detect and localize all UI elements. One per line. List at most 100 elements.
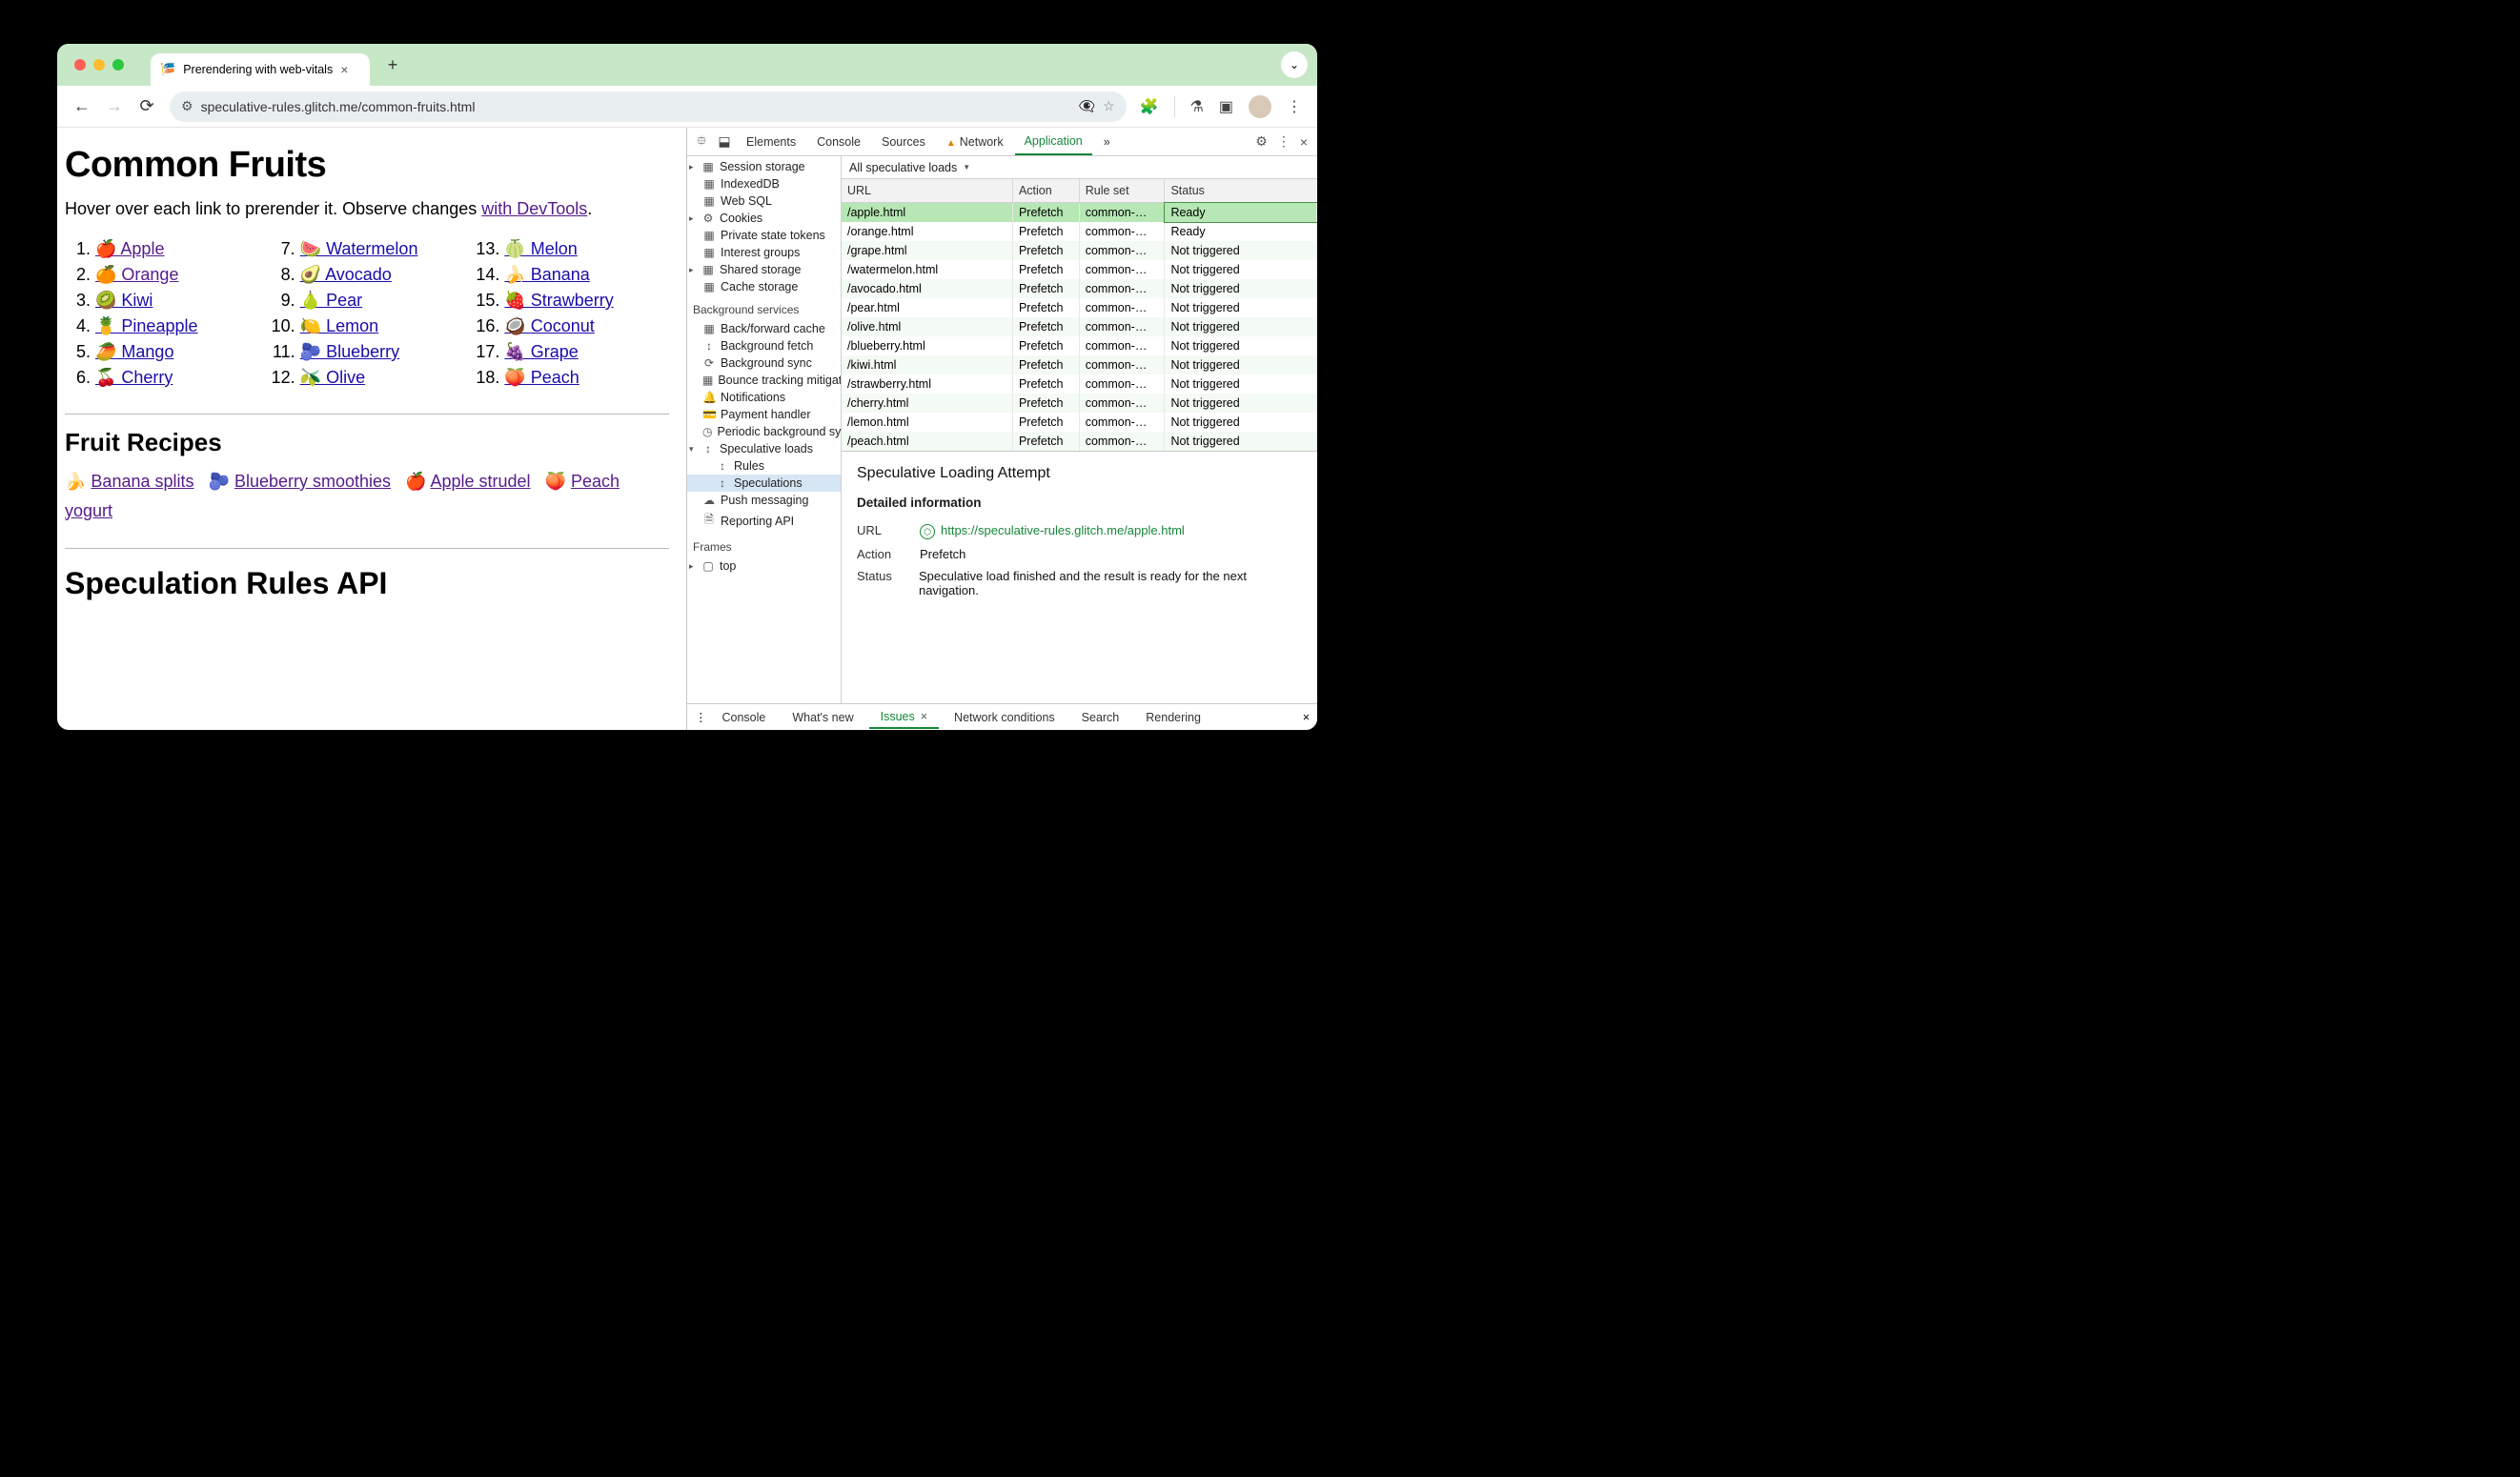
- fruit-link[interactable]: 🥑 Avocado: [300, 265, 392, 284]
- close-drawer-icon[interactable]: ×: [1303, 711, 1310, 724]
- drawer-tab[interactable]: Network conditions: [943, 707, 1067, 728]
- fruit-link[interactable]: 🍌 Banana: [504, 265, 589, 284]
- table-header[interactable]: Rule set: [1079, 179, 1165, 203]
- sidebar-item[interactable]: ◷Periodic background sync: [687, 423, 841, 440]
- intro-link[interactable]: with DevTools: [481, 199, 587, 218]
- minimize-window-button[interactable]: [93, 59, 105, 71]
- sidebar-item[interactable]: ▢top: [687, 557, 841, 575]
- drawer-tab[interactable]: Console: [711, 707, 778, 728]
- table-row[interactable]: /grape.htmlPrefetchcommon-…Not triggered: [842, 241, 1317, 260]
- reload-button[interactable]: ⟳: [137, 96, 156, 116]
- fruit-link[interactable]: 🍇 Grape: [504, 342, 578, 361]
- detail-url-value[interactable]: https://speculative-rules.glitch.me/appl…: [920, 523, 1185, 539]
- sidebar-item[interactable]: ↕Background fetch: [687, 337, 841, 354]
- drawer-menu-icon[interactable]: ⋮: [695, 710, 707, 724]
- fruit-link[interactable]: 🫒 Olive: [300, 368, 365, 387]
- sidebar-item[interactable]: ▦Private state tokens: [687, 227, 841, 244]
- table-header[interactable]: URL: [842, 179, 1012, 203]
- drawer-tab[interactable]: Search: [1070, 707, 1131, 728]
- experiments-icon[interactable]: ⚗: [1190, 97, 1204, 116]
- fruit-link[interactable]: 🫐 Blueberry: [300, 342, 399, 361]
- fruit-link[interactable]: 🥥 Coconut: [504, 316, 594, 335]
- fruit-link[interactable]: 🍑 Peach: [504, 368, 579, 387]
- address-bar[interactable]: ⚙ speculative-rules.glitch.me/common-fru…: [170, 91, 1127, 122]
- devtools-tab-application[interactable]: Application: [1015, 129, 1092, 155]
- new-tab-button[interactable]: +: [379, 51, 406, 78]
- device-mode-icon[interactable]: ⬓: [714, 133, 735, 150]
- fruit-link[interactable]: 🍋 Lemon: [300, 316, 378, 335]
- sidebar-item[interactable]: ▦Back/forward cache: [687, 320, 841, 337]
- sidebar-item[interactable]: ▦IndexedDB: [687, 175, 841, 192]
- table-row[interactable]: /kiwi.htmlPrefetchcommon-…Not triggered: [842, 355, 1317, 374]
- maximize-window-button[interactable]: [112, 59, 124, 71]
- table-row[interactable]: /blueberry.htmlPrefetchcommon-…Not trigg…: [842, 336, 1317, 355]
- drawer-tab[interactable]: Issues×: [869, 706, 939, 729]
- devtools-tab-elements[interactable]: Elements: [737, 130, 805, 154]
- table-row[interactable]: /peach.htmlPrefetchcommon-…Not triggered: [842, 432, 1317, 451]
- table-row[interactable]: /lemon.htmlPrefetchcommon-…Not triggered: [842, 413, 1317, 432]
- devices-icon[interactable]: ▣: [1219, 97, 1233, 116]
- table-row[interactable]: /orange.htmlPrefetchcommon-…Ready: [842, 222, 1317, 241]
- speculations-filter[interactable]: All speculative loads: [842, 156, 1317, 179]
- fruit-link[interactable]: 🍍 Pineapple: [95, 316, 197, 335]
- extensions-icon[interactable]: 🧩: [1140, 97, 1159, 116]
- recipe-link[interactable]: Banana splits: [91, 472, 193, 491]
- sidebar-item[interactable]: ↕Speculations: [687, 475, 841, 492]
- close-window-button[interactable]: [74, 59, 86, 71]
- drawer-tab[interactable]: What's new: [781, 707, 864, 728]
- table-row[interactable]: /strawberry.htmlPrefetchcommon-…Not trig…: [842, 374, 1317, 394]
- recipe-link[interactable]: Blueberry smoothies: [234, 472, 391, 491]
- sidebar-item[interactable]: ▦Cache storage: [687, 278, 841, 295]
- fruit-link[interactable]: 🍉 Watermelon: [300, 239, 418, 258]
- table-header[interactable]: Status: [1165, 179, 1317, 203]
- table-row[interactable]: /watermelon.htmlPrefetchcommon-…Not trig…: [842, 260, 1317, 279]
- sidebar-item[interactable]: ▦Shared storage: [687, 261, 841, 278]
- sidebar-item[interactable]: ↕Rules: [687, 457, 841, 475]
- back-button[interactable]: ←: [72, 96, 91, 116]
- drawer-tab[interactable]: Rendering: [1134, 707, 1212, 728]
- profile-avatar[interactable]: [1249, 95, 1271, 118]
- fruit-link[interactable]: 🍓 Strawberry: [504, 291, 613, 310]
- bookmark-star-icon[interactable]: ☆: [1103, 98, 1115, 114]
- sidebar-item[interactable]: ▦Web SQL: [687, 192, 841, 210]
- table-header[interactable]: Action: [1012, 179, 1079, 203]
- eye-off-icon[interactable]: 👁‍🗨: [1079, 98, 1095, 114]
- devtools-menu-icon[interactable]: ⋮: [1277, 133, 1290, 150]
- fruit-link[interactable]: 🍒 Cherry: [95, 368, 173, 387]
- table-row[interactable]: /olive.htmlPrefetchcommon-…Not triggered: [842, 317, 1317, 336]
- sidebar-item[interactable]: ▦Bounce tracking mitigations: [687, 372, 841, 389]
- sidebar-item[interactable]: ⟳Background sync: [687, 354, 841, 372]
- inspect-icon[interactable]: ⯐: [691, 131, 712, 153]
- close-tab-icon[interactable]: ×: [340, 62, 348, 77]
- tab-overflow-button[interactable]: ⌄: [1281, 51, 1308, 78]
- fruit-link[interactable]: 🍎 Apple: [95, 239, 164, 258]
- fruit-link[interactable]: 🥭 Mango: [95, 342, 173, 361]
- fruit-link[interactable]: 🍈 Melon: [504, 239, 577, 258]
- close-drawer-tab-icon[interactable]: ×: [921, 710, 927, 723]
- table-row[interactable]: /avocado.htmlPrefetchcommon-…Not trigger…: [842, 279, 1317, 298]
- close-devtools-icon[interactable]: ×: [1300, 134, 1308, 150]
- site-settings-icon[interactable]: ⚙: [181, 98, 193, 114]
- sidebar-item[interactable]: ▦Interest groups: [687, 244, 841, 261]
- forward-button[interactable]: →: [105, 96, 124, 116]
- fruit-link[interactable]: 🍊 Orange: [95, 265, 178, 284]
- devtools-tab-console[interactable]: Console: [807, 130, 870, 154]
- sidebar-item[interactable]: 🔔Notifications: [687, 389, 841, 406]
- sidebar-item[interactable]: ☁Push messaging: [687, 492, 841, 509]
- fruit-link[interactable]: 🍐 Pear: [300, 291, 362, 310]
- table-row[interactable]: /pear.htmlPrefetchcommon-…Not triggered: [842, 298, 1317, 317]
- sidebar-item[interactable]: ↕Speculative loads: [687, 440, 841, 457]
- more-tabs[interactable]: »: [1094, 130, 1120, 154]
- sidebar-item[interactable]: 🗎Reporting API: [687, 509, 841, 533]
- recipe-link[interactable]: Apple strudel: [430, 472, 530, 491]
- table-row[interactable]: /apple.htmlPrefetchcommon-…Ready: [842, 203, 1317, 223]
- devtools-tab-network[interactable]: Network: [937, 130, 1013, 154]
- sidebar-item[interactable]: ▦Session storage: [687, 158, 841, 175]
- browser-tab[interactable]: 🎏 Prerendering with web-vitals ×: [151, 53, 370, 86]
- browser-menu-icon[interactable]: ⋮: [1287, 97, 1302, 116]
- sidebar-item[interactable]: ⚙Cookies: [687, 210, 841, 227]
- table-row[interactable]: /cherry.htmlPrefetchcommon-…Not triggere…: [842, 394, 1317, 413]
- settings-gear-icon[interactable]: ⚙: [1255, 133, 1268, 150]
- fruit-link[interactable]: 🥝 Kiwi: [95, 291, 152, 310]
- devtools-tab-sources[interactable]: Sources: [872, 130, 935, 154]
